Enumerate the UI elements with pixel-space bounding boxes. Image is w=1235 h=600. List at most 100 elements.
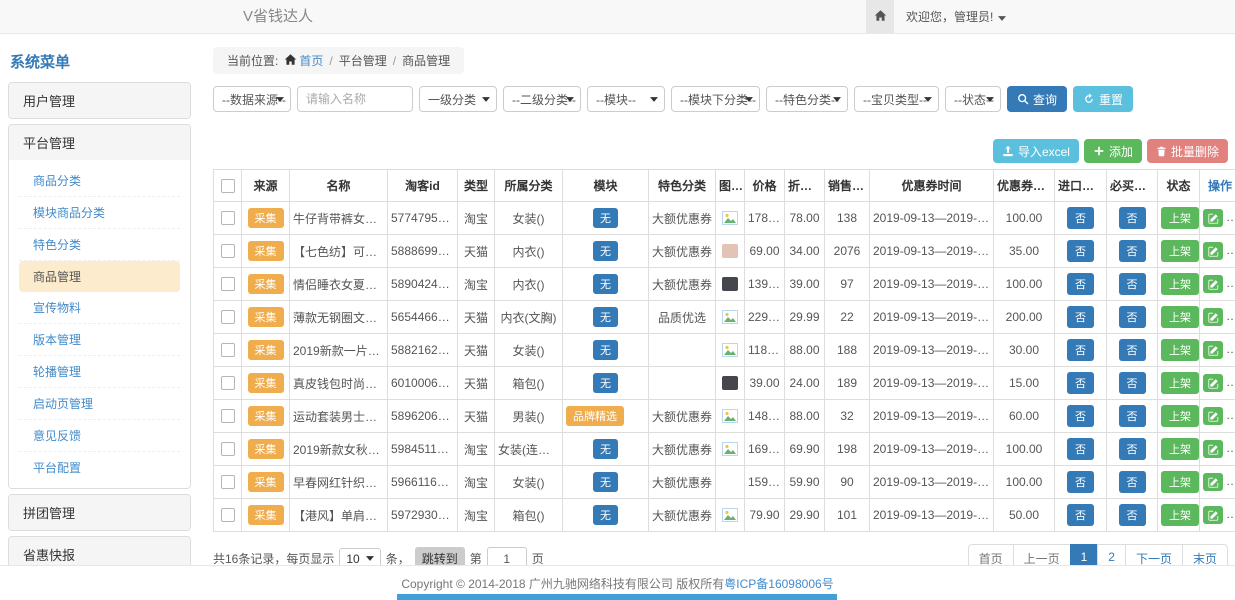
- icon-cell: [716, 367, 745, 400]
- select-all-checkbox[interactable]: [221, 179, 235, 193]
- row-checkbox[interactable]: [221, 211, 235, 225]
- caret-down-icon: [924, 97, 932, 102]
- feature-category: 品质优选: [649, 301, 716, 334]
- status-button[interactable]: 上架: [1161, 306, 1199, 328]
- status-button[interactable]: 上架: [1161, 405, 1199, 427]
- sidebar-subitem[interactable]: 宣传物料: [19, 292, 180, 324]
- must-buy-toggle[interactable]: 否: [1119, 438, 1146, 460]
- must-buy-toggle[interactable]: 否: [1119, 471, 1146, 493]
- filter-select[interactable]: --二级分类--: [503, 86, 581, 112]
- import-excel-button[interactable]: 导入excel: [993, 139, 1079, 163]
- import-select-toggle[interactable]: 否: [1067, 438, 1094, 460]
- status-button[interactable]: 上架: [1161, 273, 1199, 295]
- edit-button[interactable]: [1203, 242, 1223, 260]
- reset-button[interactable]: 重置: [1073, 86, 1133, 112]
- import-select-toggle[interactable]: 否: [1067, 471, 1094, 493]
- icp-link[interactable]: 粤ICP备16098006号: [724, 575, 833, 592]
- edit-button[interactable]: [1203, 407, 1223, 425]
- column-header: 价格: [745, 170, 785, 202]
- discount-price: 34.00: [785, 235, 825, 268]
- must-buy-toggle[interactable]: 否: [1119, 405, 1146, 427]
- must-buy-toggle[interactable]: 否: [1119, 504, 1146, 526]
- sidebar-subitem[interactable]: 商品分类: [19, 165, 180, 197]
- search-button[interactable]: 查询: [1007, 86, 1067, 112]
- must-buy-toggle[interactable]: 否: [1119, 273, 1146, 295]
- edit-button[interactable]: [1203, 506, 1223, 524]
- edit-button[interactable]: [1203, 440, 1223, 458]
- filter-select[interactable]: 一级分类: [419, 86, 497, 112]
- edit-button[interactable]: [1203, 374, 1223, 392]
- row-checkbox[interactable]: [221, 376, 235, 390]
- import-select-toggle[interactable]: 否: [1067, 339, 1094, 361]
- filter-select[interactable]: --模块--: [587, 86, 665, 112]
- sidebar-subitem[interactable]: 平台配置: [19, 452, 180, 483]
- row-checkbox[interactable]: [221, 310, 235, 324]
- import-select-toggle[interactable]: 否: [1067, 207, 1094, 229]
- coupon-amount: 200.00: [994, 301, 1055, 334]
- sidebar-subitem[interactable]: 版本管理: [19, 324, 180, 356]
- sidebar-subitem[interactable]: 轮播管理: [19, 356, 180, 388]
- filter-select[interactable]: --模块下分类--: [671, 86, 760, 112]
- thumbnail: [722, 277, 738, 291]
- edit-button[interactable]: [1203, 209, 1223, 227]
- row-checkbox[interactable]: [221, 409, 235, 423]
- status-button[interactable]: 上架: [1161, 207, 1199, 229]
- row-checkbox[interactable]: [221, 475, 235, 489]
- row-checkbox[interactable]: [221, 442, 235, 456]
- header-home-button[interactable]: [866, 0, 894, 33]
- import-select-toggle[interactable]: 否: [1067, 405, 1094, 427]
- icon-cell: [716, 466, 745, 499]
- row-checkbox[interactable]: [221, 508, 235, 522]
- row-checkbox[interactable]: [221, 343, 235, 357]
- sales-count: 198: [825, 433, 870, 466]
- sidebar-subitem[interactable]: 启动页管理: [19, 388, 180, 420]
- status-button[interactable]: 上架: [1161, 339, 1199, 361]
- import-select-toggle[interactable]: 否: [1067, 273, 1094, 295]
- edit-button[interactable]: [1203, 308, 1223, 326]
- row-checkbox[interactable]: [221, 277, 235, 291]
- sidebar-subitem[interactable]: 意见反馈: [19, 420, 180, 452]
- import-select-toggle[interactable]: 否: [1067, 306, 1094, 328]
- row-checkbox[interactable]: [221, 244, 235, 258]
- import-select-toggle[interactable]: 否: [1067, 240, 1094, 262]
- name-search-input[interactable]: [297, 86, 413, 112]
- status-button[interactable]: 上架: [1161, 471, 1199, 493]
- must-buy-toggle[interactable]: 否: [1119, 240, 1146, 262]
- sidebar-item[interactable]: 省惠快报: [9, 537, 190, 565]
- user-menu[interactable]: 欢迎您，管理员!: [906, 0, 1006, 33]
- sidebar-subitem[interactable]: 特色分类: [19, 229, 180, 261]
- sidebar-subitem[interactable]: 商品管理: [19, 261, 180, 292]
- filter-select-label: --特色分类--: [775, 91, 839, 108]
- status-button[interactable]: 上架: [1161, 372, 1199, 394]
- sidebar-item[interactable]: 用户管理: [9, 83, 190, 118]
- breadcrumb-home-link[interactable]: 首页: [299, 54, 323, 68]
- edit-button[interactable]: [1203, 275, 1223, 293]
- edit-button[interactable]: [1203, 341, 1223, 359]
- taoke-id: 588216228899: [388, 334, 458, 367]
- must-buy-toggle[interactable]: 否: [1119, 207, 1146, 229]
- edit-button[interactable]: [1203, 473, 1223, 491]
- caret-down-icon: [482, 97, 490, 102]
- product-name: 2019新款女秋薄款...: [290, 433, 388, 466]
- import-select-toggle[interactable]: 否: [1067, 372, 1094, 394]
- status-button[interactable]: 上架: [1161, 504, 1199, 526]
- filter-select[interactable]: --特色分类--: [766, 86, 848, 112]
- must-buy-toggle[interactable]: 否: [1119, 306, 1146, 328]
- status-button[interactable]: 上架: [1161, 438, 1199, 460]
- filter-select[interactable]: --状态--: [945, 86, 1001, 112]
- status-button[interactable]: 上架: [1161, 240, 1199, 262]
- must-buy-toggle[interactable]: 否: [1119, 372, 1146, 394]
- sidebar-subitem[interactable]: 模块商品分类: [19, 197, 180, 229]
- sidebar-item[interactable]: 平台管理: [9, 125, 190, 160]
- category: 女装(): [495, 334, 563, 367]
- import-select-toggle[interactable]: 否: [1067, 504, 1094, 526]
- add-button[interactable]: 添加: [1084, 139, 1142, 163]
- filter-select[interactable]: --数据来源--: [213, 86, 291, 112]
- batch-delete-button[interactable]: 批量删除: [1147, 139, 1228, 163]
- sales-count: 188: [825, 334, 870, 367]
- module-badge: 无: [593, 340, 618, 360]
- copyright-text: Copyright © 2014-2018 广州九驰网络科技有限公司 版权所有: [401, 575, 724, 592]
- sidebar-item[interactable]: 拼团管理: [9, 495, 190, 530]
- filter-select[interactable]: --宝贝类型--: [854, 86, 939, 112]
- must-buy-toggle[interactable]: 否: [1119, 339, 1146, 361]
